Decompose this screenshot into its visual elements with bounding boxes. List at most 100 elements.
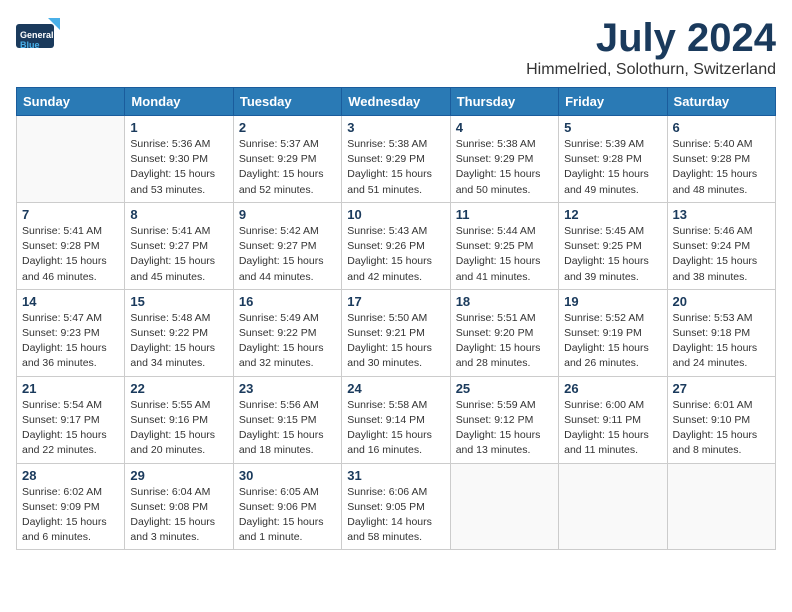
calendar-week-row: 14 Sunrise: 5:47 AM Sunset: 9:23 PM Dayli…: [17, 289, 776, 376]
calendar-cell: [450, 463, 558, 550]
day-number: 11: [456, 207, 553, 222]
logo: General Blue: [16, 16, 64, 61]
day-info: Sunrise: 5:56 AM Sunset: 9:15 PM Dayligh…: [239, 398, 336, 459]
calendar-cell: 5 Sunrise: 5:39 AM Sunset: 9:28 PM Daylig…: [559, 116, 667, 203]
day-info: Sunrise: 5:44 AM Sunset: 9:25 PM Dayligh…: [456, 224, 553, 285]
day-number: 31: [347, 468, 444, 483]
day-info: Sunrise: 5:52 AM Sunset: 9:19 PM Dayligh…: [564, 311, 661, 372]
calendar-cell: 22Sunrise: 5:55 AM Sunset: 9:16 PM Dayli…: [125, 376, 233, 463]
calendar-cell: 1Sunrise: 5:36 AM Sunset: 9:30 PM Daylig…: [125, 116, 233, 203]
day-number: 8: [130, 207, 227, 222]
calendar-cell: 18 Sunrise: 5:51 AM Sunset: 9:20 PM Dayli…: [450, 289, 558, 376]
calendar-cell: 28 Sunrise: 6:02 AM Sunset: 9:09 PM Dayli…: [17, 463, 125, 550]
day-number: 21: [22, 381, 119, 396]
calendar-cell: 27 Sunrise: 6:01 AM Sunset: 9:10 PM Dayli…: [667, 376, 775, 463]
day-number: 13: [673, 207, 770, 222]
day-number: 10: [347, 207, 444, 222]
day-number: 15: [130, 294, 227, 309]
weekday-header: Saturday: [667, 88, 775, 116]
calendar-cell: 16 Sunrise: 5:49 AM Sunset: 9:22 PM Dayli…: [233, 289, 341, 376]
svg-text:Blue: Blue: [20, 40, 40, 50]
calendar-cell: 11 Sunrise: 5:44 AM Sunset: 9:25 PM Dayli…: [450, 202, 558, 289]
svg-text:General: General: [20, 30, 54, 40]
day-info: Sunrise: 6:06 AM Sunset: 9:05 PM Dayligh…: [347, 485, 444, 546]
day-number: 18: [456, 294, 553, 309]
day-number: 27: [673, 381, 770, 396]
day-info: Sunrise: 5:46 AM Sunset: 9:24 PM Dayligh…: [673, 224, 770, 285]
day-info: Sunrise: 6:00 AM Sunset: 9:11 PM Dayligh…: [564, 398, 661, 459]
calendar-cell: 14 Sunrise: 5:47 AM Sunset: 9:23 PM Dayli…: [17, 289, 125, 376]
calendar-cell: [559, 463, 667, 550]
day-info: Sunrise: 5:43 AM Sunset: 9:26 PM Dayligh…: [347, 224, 444, 285]
calendar-cell: 4 Sunrise: 5:38 AM Sunset: 9:29 PM Daylig…: [450, 116, 558, 203]
calendar-week-row: 28 Sunrise: 6:02 AM Sunset: 9:09 PM Dayli…: [17, 463, 776, 550]
calendar-cell: 23 Sunrise: 5:56 AM Sunset: 9:15 PM Dayli…: [233, 376, 341, 463]
day-info: Sunrise: 5:53 AM Sunset: 9:18 PM Dayligh…: [673, 311, 770, 372]
calendar-table: SundayMondayTuesdayWednesdayThursdayFrid…: [16, 87, 776, 550]
day-number: 24: [347, 381, 444, 396]
day-number: 14: [22, 294, 119, 309]
calendar-cell: 7 Sunrise: 5:41 AM Sunset: 9:28 PM Daylig…: [17, 202, 125, 289]
month-title: July 2024: [526, 16, 776, 61]
day-info: Sunrise: 5:37 AM Sunset: 9:29 PM Dayligh…: [239, 137, 336, 198]
day-number: 4: [456, 120, 553, 135]
day-info: Sunrise: 5:45 AM Sunset: 9:25 PM Dayligh…: [564, 224, 661, 285]
calendar-cell: 12 Sunrise: 5:45 AM Sunset: 9:25 PM Dayli…: [559, 202, 667, 289]
calendar-cell: [17, 116, 125, 203]
day-number: 1: [130, 120, 227, 135]
logo-icon: General Blue: [16, 16, 64, 56]
calendar-cell: 24 Sunrise: 5:58 AM Sunset: 9:14 PM Dayli…: [342, 376, 450, 463]
calendar-cell: 20 Sunrise: 5:53 AM Sunset: 9:18 PM Dayli…: [667, 289, 775, 376]
calendar-cell: 25Sunrise: 5:59 AM Sunset: 9:12 PM Dayli…: [450, 376, 558, 463]
calendar-week-row: 21 Sunrise: 5:54 AM Sunset: 9:17 PM Dayli…: [17, 376, 776, 463]
day-info: Sunrise: 5:39 AM Sunset: 9:28 PM Dayligh…: [564, 137, 661, 198]
calendar-cell: 6Sunrise: 5:40 AM Sunset: 9:28 PM Daylig…: [667, 116, 775, 203]
day-number: 23: [239, 381, 336, 396]
day-number: 7: [22, 207, 119, 222]
day-number: 16: [239, 294, 336, 309]
day-number: 5: [564, 120, 661, 135]
day-info: Sunrise: 5:42 AM Sunset: 9:27 PM Dayligh…: [239, 224, 336, 285]
day-info: Sunrise: 5:47 AM Sunset: 9:23 PM Dayligh…: [22, 311, 119, 372]
day-number: 17: [347, 294, 444, 309]
day-info: Sunrise: 5:54 AM Sunset: 9:17 PM Dayligh…: [22, 398, 119, 459]
weekday-header: Sunday: [17, 88, 125, 116]
day-number: 28: [22, 468, 119, 483]
calendar-cell: 17 Sunrise: 5:50 AM Sunset: 9:21 PM Dayli…: [342, 289, 450, 376]
weekday-header: Monday: [125, 88, 233, 116]
day-info: Sunrise: 5:50 AM Sunset: 9:21 PM Dayligh…: [347, 311, 444, 372]
weekday-header: Tuesday: [233, 88, 341, 116]
calendar-cell: 26 Sunrise: 6:00 AM Sunset: 9:11 PM Dayli…: [559, 376, 667, 463]
day-number: 29: [130, 468, 227, 483]
day-info: Sunrise: 5:49 AM Sunset: 9:22 PM Dayligh…: [239, 311, 336, 372]
calendar-cell: 9Sunrise: 5:42 AM Sunset: 9:27 PM Daylig…: [233, 202, 341, 289]
day-info: Sunrise: 5:48 AM Sunset: 9:22 PM Dayligh…: [130, 311, 227, 372]
calendar-cell: 30 Sunrise: 6:05 AM Sunset: 9:06 PM Dayli…: [233, 463, 341, 550]
day-number: 26: [564, 381, 661, 396]
day-info: Sunrise: 5:55 AM Sunset: 9:16 PM Dayligh…: [130, 398, 227, 459]
day-info: Sunrise: 6:01 AM Sunset: 9:10 PM Dayligh…: [673, 398, 770, 459]
day-info: Sunrise: 5:51 AM Sunset: 9:20 PM Dayligh…: [456, 311, 553, 372]
calendar-cell: 3Sunrise: 5:38 AM Sunset: 9:29 PM Daylig…: [342, 116, 450, 203]
title-block: July 2024 Himmelried, Solothurn, Switzer…: [526, 16, 776, 79]
calendar-cell: 21 Sunrise: 5:54 AM Sunset: 9:17 PM Dayli…: [17, 376, 125, 463]
day-number: 2: [239, 120, 336, 135]
calendar-week-row: 1Sunrise: 5:36 AM Sunset: 9:30 PM Daylig…: [17, 116, 776, 203]
day-info: Sunrise: 5:38 AM Sunset: 9:29 PM Dayligh…: [347, 137, 444, 198]
day-number: 20: [673, 294, 770, 309]
day-number: 30: [239, 468, 336, 483]
day-info: Sunrise: 5:41 AM Sunset: 9:28 PM Dayligh…: [22, 224, 119, 285]
calendar-cell: 29Sunrise: 6:04 AM Sunset: 9:08 PM Dayli…: [125, 463, 233, 550]
weekday-header: Thursday: [450, 88, 558, 116]
day-number: 19: [564, 294, 661, 309]
location-subtitle: Himmelried, Solothurn, Switzerland: [526, 61, 776, 79]
calendar-cell: 2 Sunrise: 5:37 AM Sunset: 9:29 PM Daylig…: [233, 116, 341, 203]
day-info: Sunrise: 5:38 AM Sunset: 9:29 PM Dayligh…: [456, 137, 553, 198]
day-info: Sunrise: 5:58 AM Sunset: 9:14 PM Dayligh…: [347, 398, 444, 459]
day-number: 12: [564, 207, 661, 222]
day-info: Sunrise: 6:02 AM Sunset: 9:09 PM Dayligh…: [22, 485, 119, 546]
calendar-cell: 31 Sunrise: 6:06 AM Sunset: 9:05 PM Dayli…: [342, 463, 450, 550]
day-info: Sunrise: 6:05 AM Sunset: 9:06 PM Dayligh…: [239, 485, 336, 546]
calendar-cell: 15 Sunrise: 5:48 AM Sunset: 9:22 PM Dayli…: [125, 289, 233, 376]
weekday-header: Wednesday: [342, 88, 450, 116]
